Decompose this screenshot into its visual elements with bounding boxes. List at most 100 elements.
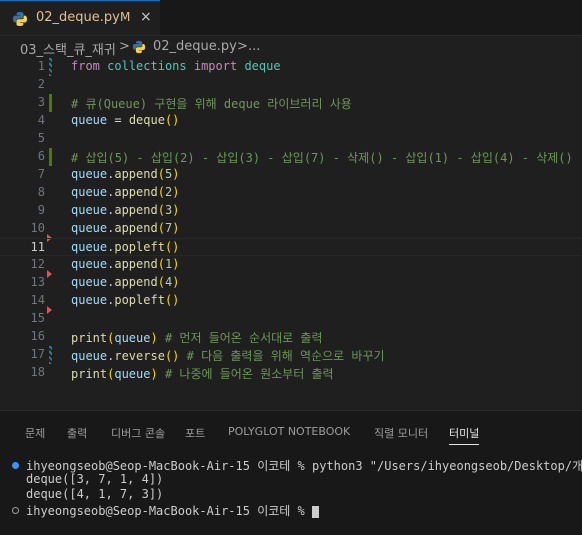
line-number: 3: [37, 95, 45, 109]
code-text: queue.append(2): [71, 185, 180, 199]
variable: queue: [71, 275, 108, 289]
command-success-icon[interactable]: [12, 462, 19, 469]
code-comment: # 다음 출력을 위해 역순으로 바꾸기: [186, 349, 385, 363]
parentheses: (): [164, 113, 180, 127]
line-number: 9: [37, 203, 45, 217]
prompt-text: ihyeongseob@Seop-MacBook-Air-15 이코테 %: [26, 504, 312, 518]
line-number: 6: [37, 149, 45, 163]
gutter-added-marker[interactable]: [49, 148, 52, 166]
method-call: append: [114, 275, 158, 289]
code-line: 13 queue.append(4): [0, 274, 582, 292]
line-number: 14: [30, 293, 45, 307]
code-line: 6 # 삽입(5) - 삽입(2) - 삽입(3) - 삽입(7) - 삭제()…: [0, 148, 582, 166]
breadcrumb: 03_스택_큐_재귀 > 02_deque.py > ...: [0, 36, 582, 58]
code-line: 5: [0, 130, 582, 148]
tab-serial-monitor[interactable]: 직렬 모니터: [374, 425, 428, 441]
line-number: 11: [30, 240, 45, 254]
method-call: popleft: [114, 293, 165, 307]
method-call: append: [114, 167, 158, 181]
line-number: 1: [37, 59, 45, 73]
code-editor[interactable]: 1 from collections import deque 2 3 # 큐(…: [0, 58, 582, 410]
method-call: append: [114, 257, 158, 271]
line-number: 17: [30, 347, 45, 361]
code-line: 15: [0, 310, 582, 328]
method-call: popleft: [114, 240, 165, 254]
code-line: 9 queue.append(3): [0, 202, 582, 220]
close-icon[interactable]: ×: [140, 9, 152, 25]
python-file-icon: [132, 40, 146, 58]
variable: queue: [114, 331, 151, 345]
terminal-cursor: [311, 505, 319, 518]
gutter-added-marker[interactable]: [49, 94, 52, 112]
modified-indicator: M: [120, 10, 131, 24]
breadcrumb-file[interactable]: 02_deque.py: [153, 39, 237, 54]
module-name: collections: [107, 59, 187, 73]
bottom-panel: 문제 출력 디버그 콘솔 포트 POLYGLOT NOTEBOOK 직렬 모니터…: [0, 410, 582, 535]
code-text: queue = deque(): [71, 113, 179, 127]
code-text: queue.append(5): [71, 167, 180, 181]
tab-polyglot-notebook[interactable]: POLYGLOT NOTEBOOK: [228, 425, 350, 438]
variable: queue: [114, 367, 151, 381]
terminal-output-line: deque([3, 7, 1, 4]): [26, 472, 164, 486]
terminal-prompt-line: ihyeongseob@Seop-MacBook-Air-15 이코테 %: [26, 502, 319, 519]
active-tab-indicator: [449, 444, 479, 445]
python-file-icon: [12, 11, 28, 31]
code-line: 3 # 큐(Queue) 구현을 위해 deque 라이브러리 사용: [0, 94, 582, 112]
line-number: 18: [30, 365, 45, 379]
line-number: 12: [30, 257, 45, 271]
code-comment: # 먼저 들어온 순서대로 출력: [164, 331, 323, 345]
variable: queue: [71, 167, 108, 181]
code-text: queue.reverse() # 다음 출력을 위해 역순으로 바꾸기: [71, 349, 385, 363]
method-call: append: [114, 203, 158, 217]
tab-problems[interactable]: 문제: [25, 425, 45, 441]
code-line: 2: [0, 76, 582, 94]
line-number: 7: [37, 167, 45, 181]
gutter-modified-marker[interactable]: [49, 58, 52, 76]
code-comment: # 삽입(5) - 삽입(2) - 삽입(3) - 삽입(7) - 삭제() -…: [71, 151, 573, 165]
imported-name: deque: [244, 59, 281, 73]
tab-terminal[interactable]: 터미널: [449, 425, 479, 441]
method-call: reverse: [114, 349, 165, 363]
breadcrumb-separator: >: [119, 39, 130, 54]
code-text: print(queue) # 먼저 들어온 순서대로 출력: [71, 331, 323, 345]
terminal-output-line: deque([4, 1, 7, 3]): [26, 487, 164, 501]
keyword: from: [71, 59, 100, 73]
function-call: print: [71, 367, 108, 381]
variable: queue: [71, 257, 108, 271]
code-line: 4 queue = deque(): [0, 112, 582, 130]
breadcrumb-separator: >: [237, 39, 248, 54]
breadcrumb-more[interactable]: ...: [248, 39, 260, 54]
tab-debug-console[interactable]: 디버그 콘솔: [111, 425, 165, 441]
function-call: deque: [128, 113, 165, 127]
editor-tab-bar: 02_deque.py M ×: [0, 0, 582, 36]
operator: =: [114, 113, 122, 127]
line-number: 4: [37, 113, 45, 127]
command-pending-icon: [12, 507, 19, 514]
code-line: 1 from collections import deque: [0, 58, 582, 76]
code-text: queue.popleft(): [71, 293, 180, 307]
code-text: from collections import deque: [71, 59, 281, 73]
method-call: append: [114, 185, 158, 199]
line-number: 16: [30, 329, 45, 343]
tab-ports[interactable]: 포트: [185, 425, 205, 441]
code-line: 12 queue.append(1): [0, 256, 582, 278]
code-text: queue.append(3): [71, 203, 180, 217]
line-number: 8: [37, 185, 45, 199]
tab-output[interactable]: 출력: [67, 425, 87, 441]
code-text: queue.append(7): [71, 221, 180, 235]
line-number: 15: [30, 311, 45, 325]
code-line: 14 queue.popleft(): [0, 292, 582, 314]
tab-02-deque[interactable]: 02_deque.py M ×: [0, 0, 160, 35]
variable: queue: [71, 113, 108, 127]
variable: queue: [71, 185, 108, 199]
variable: queue: [71, 293, 108, 307]
line-number: 10: [30, 221, 45, 235]
breadcrumb-folder[interactable]: 03_스택_큐_재귀: [20, 39, 116, 58]
gutter-modified-marker[interactable]: [49, 346, 52, 364]
code-line: 7 queue.append(5): [0, 166, 582, 184]
tab-filename: 02_deque.py: [36, 10, 120, 25]
code-line: 17 queue.reverse() # 다음 출력을 위해 역순으로 바꾸기: [0, 346, 582, 364]
code-line: 8 queue.append(2): [0, 184, 582, 202]
variable: queue: [71, 203, 108, 217]
keyword: import: [193, 59, 238, 73]
